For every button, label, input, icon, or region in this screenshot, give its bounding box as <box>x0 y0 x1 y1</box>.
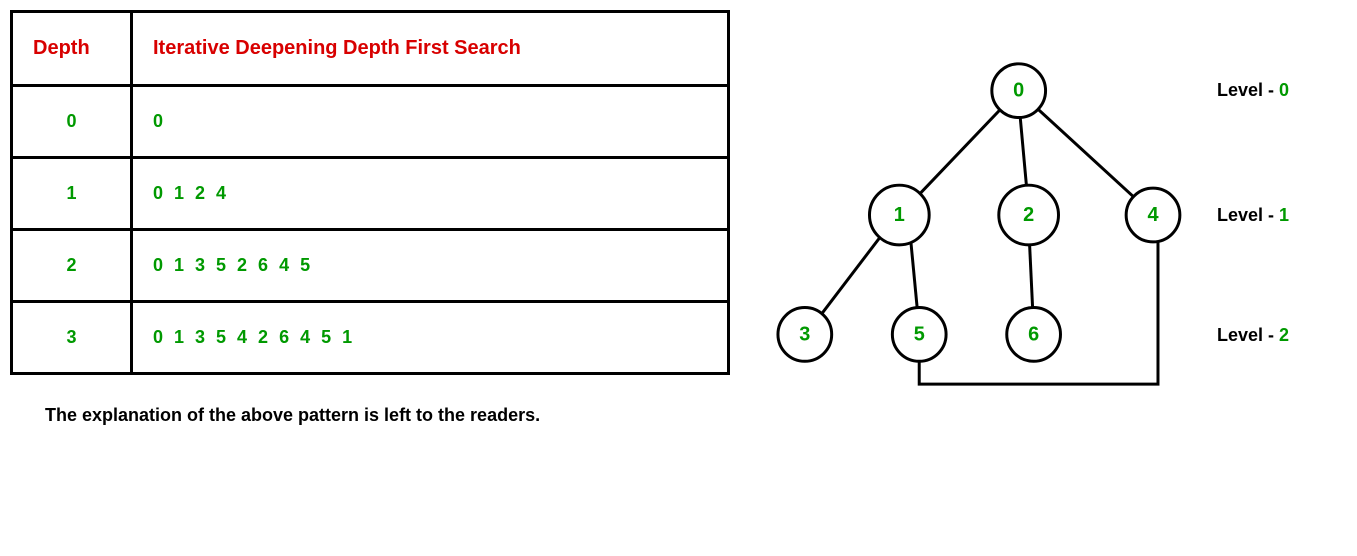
depth-cell: 0 <box>12 86 132 158</box>
iddfs-table: Depth Iterative Deepening Depth First Se… <box>10 10 730 375</box>
node-5: 5 <box>892 308 946 362</box>
svg-text:4: 4 <box>1147 204 1158 226</box>
level-label-1: Level - 1 <box>1217 205 1289 226</box>
table-row: 2 0 1 3 5 2 6 4 5 <box>12 230 729 302</box>
depth-cell: 3 <box>12 302 132 374</box>
node-6: 6 <box>1007 308 1061 362</box>
svg-text:2: 2 <box>1023 204 1034 226</box>
depth-cell: 1 <box>12 158 132 230</box>
node-1: 1 <box>869 185 929 245</box>
svg-text:1: 1 <box>894 204 905 226</box>
svg-text:3: 3 <box>799 323 810 345</box>
graph-diagram: 0 1 2 4 3 5 6 Level - 0 Level - 1 Level … <box>770 10 1347 430</box>
sequence-cell: 0 1 2 4 <box>132 158 729 230</box>
svg-text:5: 5 <box>914 323 925 345</box>
table-row: 0 0 <box>12 86 729 158</box>
level-label-2: Level - 2 <box>1217 325 1289 346</box>
sequence-cell: 0 <box>132 86 729 158</box>
level-label-0: Level - 0 <box>1217 80 1289 101</box>
table-row: 1 0 1 2 4 <box>12 158 729 230</box>
node-0: 0 <box>992 64 1046 118</box>
node-2: 2 <box>999 185 1059 245</box>
sequence-cell: 0 1 3 5 2 6 4 5 <box>132 230 729 302</box>
node-4: 4 <box>1126 188 1180 242</box>
table-row: 3 0 1 3 5 4 2 6 4 5 1 <box>12 302 729 374</box>
svg-text:6: 6 <box>1028 323 1039 345</box>
sequence-cell: 0 1 3 5 4 2 6 4 5 1 <box>132 302 729 374</box>
node-3: 3 <box>778 308 832 362</box>
depth-cell: 2 <box>12 230 132 302</box>
svg-text:0: 0 <box>1013 80 1024 102</box>
col-header-sequence: Iterative Deepening Depth First Search <box>132 12 729 86</box>
caption-text: The explanation of the above pattern is … <box>45 405 730 426</box>
col-header-depth: Depth <box>12 12 132 86</box>
